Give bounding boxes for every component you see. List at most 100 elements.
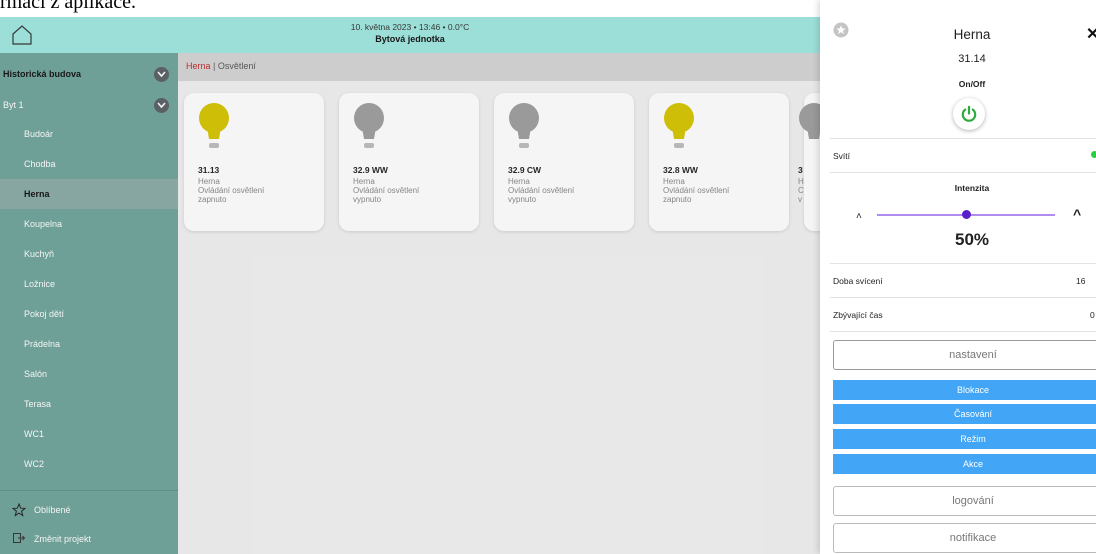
card-state: zapnuto: [663, 195, 692, 204]
sidebar-apartment-label: Byt 1: [3, 100, 24, 110]
card-name: 3: [798, 165, 803, 175]
intensity-value: 50%: [954, 230, 990, 249]
sidebar-item-label: Salón: [24, 369, 48, 379]
card-room: Herna: [663, 177, 685, 186]
sidebar-item-salon[interactable]: Salón: [0, 359, 178, 389]
intensity-increase-icon[interactable]: ^: [1073, 206, 1081, 222]
card-state: vypnuto: [353, 195, 382, 204]
sidebar-item-chodba[interactable]: Chodba: [0, 149, 178, 179]
header-info: 10. května 2023 • 13:46 • 0.0°C Bytová j…: [0, 21, 820, 46]
sidebar-divider: [0, 490, 178, 491]
divider: [830, 297, 1096, 298]
device-card[interactable]: 32.9 WW Herna Ovládání osvětlení vypnuto: [339, 93, 479, 231]
timing-button[interactable]: Časování: [833, 404, 1096, 424]
sidebar-item-label: Ložnice: [24, 279, 56, 289]
card-type: Ovládání osvětlení: [353, 186, 420, 195]
card-room: Herna: [508, 177, 530, 186]
sidebar-item-herna[interactable]: Herna: [0, 179, 178, 209]
remaining-time-value: 0: [1090, 310, 1095, 320]
sidebar-item-koupelna[interactable]: Koupelna: [0, 209, 178, 239]
device-card[interactable]: 32.8 WW Herna Ovládání osvětlení zapnuto: [649, 93, 789, 231]
status-label: Svítí: [833, 151, 851, 161]
header-date: 10. května 2023 • 13:46 • 0.0°C: [350, 22, 470, 32]
intensity-slider-thumb[interactable]: [962, 210, 971, 219]
mode-button[interactable]: Režim: [833, 429, 1096, 449]
device-detail-panel: ✕ Herna 31.14 On/Off Svítí Intenzita ˄ ^…: [820, 0, 1096, 554]
bulb-on-icon: [664, 103, 694, 148]
breadcrumb-section: Osvětlení: [217, 61, 256, 71]
favorites-label: Oblíbené: [34, 505, 71, 515]
breadcrumb: Herna | Osvětlení: [178, 53, 820, 81]
card-state: vypnuto: [508, 195, 537, 204]
sidebar-item-terasa[interactable]: Terasa: [0, 389, 178, 419]
sidebar: Historická budova Byt 1 Budoár Chodba He…: [0, 53, 178, 554]
card-type: C: [798, 186, 804, 195]
sidebar-change-project[interactable]: Změnit projekt: [0, 525, 178, 553]
sidebar-item-wc1[interactable]: WC1: [0, 419, 178, 449]
caption-fragment: rmaci z aplikace.: [0, 0, 137, 13]
sidebar-item-loznice[interactable]: Ložnice: [0, 269, 178, 299]
sidebar-item-label: Koupelna: [24, 219, 63, 229]
breadcrumb-separator: |: [213, 61, 216, 71]
sidebar-item-kuchyn[interactable]: Kuchyň: [0, 239, 178, 269]
star-icon: [12, 503, 26, 517]
sidebar-item-wc2[interactable]: WC2: [0, 449, 178, 479]
device-card[interactable]: 31.13 Herna Ovládání osvětlení zapnuto: [184, 93, 324, 231]
power-toggle-button[interactable]: [953, 98, 985, 130]
sidebar-item-label: Terasa: [24, 399, 52, 409]
sidebar-item-label: Prádelna: [24, 339, 61, 349]
sidebar-favorites[interactable]: Oblíbené: [0, 496, 178, 524]
block-button[interactable]: Blokace: [833, 380, 1096, 400]
sidebar-item-label: Pokoj dětí: [24, 309, 65, 319]
card-type: Ovládání osvětlení: [198, 186, 265, 195]
sidebar-item-budoar[interactable]: Budoár: [0, 119, 178, 149]
device-type: On/Off: [958, 79, 986, 89]
sidebar-item-label: Budoár: [24, 129, 54, 139]
card-name: 32.9 WW: [353, 165, 388, 175]
card-room: Herna: [353, 177, 375, 186]
sidebar-item-label: Kuchyň: [24, 249, 55, 259]
card-state: v: [798, 195, 802, 204]
remaining-time-label: Zbývající čas: [833, 310, 883, 320]
card-name: 31.13: [198, 165, 220, 175]
notifications-button[interactable]: notifikace: [833, 523, 1096, 553]
caption-strip: rmaci z aplikace.: [0, 0, 820, 17]
power-icon: [961, 105, 977, 122]
sidebar-item-pradelna[interactable]: Prádelna: [0, 329, 178, 359]
card-type: Ovládání osvětlení: [508, 186, 575, 195]
sidebar-apartment[interactable]: Byt 1: [0, 90, 178, 120]
settings-button[interactable]: nastavení: [833, 340, 1096, 370]
bulb-off-icon: [509, 103, 539, 148]
device-id: 31.14: [958, 53, 986, 65]
intensity-decrease-icon[interactable]: ˄: [856, 211, 862, 222]
sidebar-item-label: Herna: [24, 189, 50, 199]
sidebar-item-label: Chodba: [24, 159, 56, 169]
card-state: zapnuto: [198, 195, 227, 204]
divider: [830, 331, 1096, 332]
chevron-down-icon[interactable]: [154, 67, 169, 82]
lighting-time-label: Doba svícení: [833, 276, 883, 286]
bulb-on-icon: [199, 103, 229, 148]
divider: [830, 172, 1096, 173]
chevron-down-icon[interactable]: [154, 98, 169, 113]
divider: [830, 138, 1096, 139]
breadcrumb-room[interactable]: Herna: [186, 61, 211, 71]
sidebar-item-pokoj-deti[interactable]: Pokoj dětí: [0, 299, 178, 329]
sidebar-building[interactable]: Historická budova: [0, 59, 178, 89]
sidebar-item-label: WC1: [24, 429, 44, 439]
app-header: 10. května 2023 • 13:46 • 0.0°C Bytová j…: [0, 17, 820, 53]
sidebar-building-label: Historická budova: [3, 69, 82, 79]
logging-button[interactable]: logování: [833, 486, 1096, 516]
bulb-off-icon: [354, 103, 384, 148]
intensity-label: Intenzita: [954, 183, 990, 193]
panel-title: Herna: [953, 27, 991, 42]
device-card[interactable]: 32.9 CW Herna Ovládání osvětlení vypnuto: [494, 93, 634, 231]
header-title: Bytová jednotka: [375, 34, 445, 44]
change-project-label: Změnit projekt: [34, 534, 92, 544]
card-room: H: [798, 177, 804, 186]
action-button[interactable]: Akce: [833, 454, 1096, 474]
lighting-time-value: 16: [1076, 276, 1086, 286]
card-name: 32.8 WW: [663, 165, 698, 175]
swap-project-icon: [13, 533, 26, 543]
card-name: 32.9 CW: [508, 165, 542, 175]
